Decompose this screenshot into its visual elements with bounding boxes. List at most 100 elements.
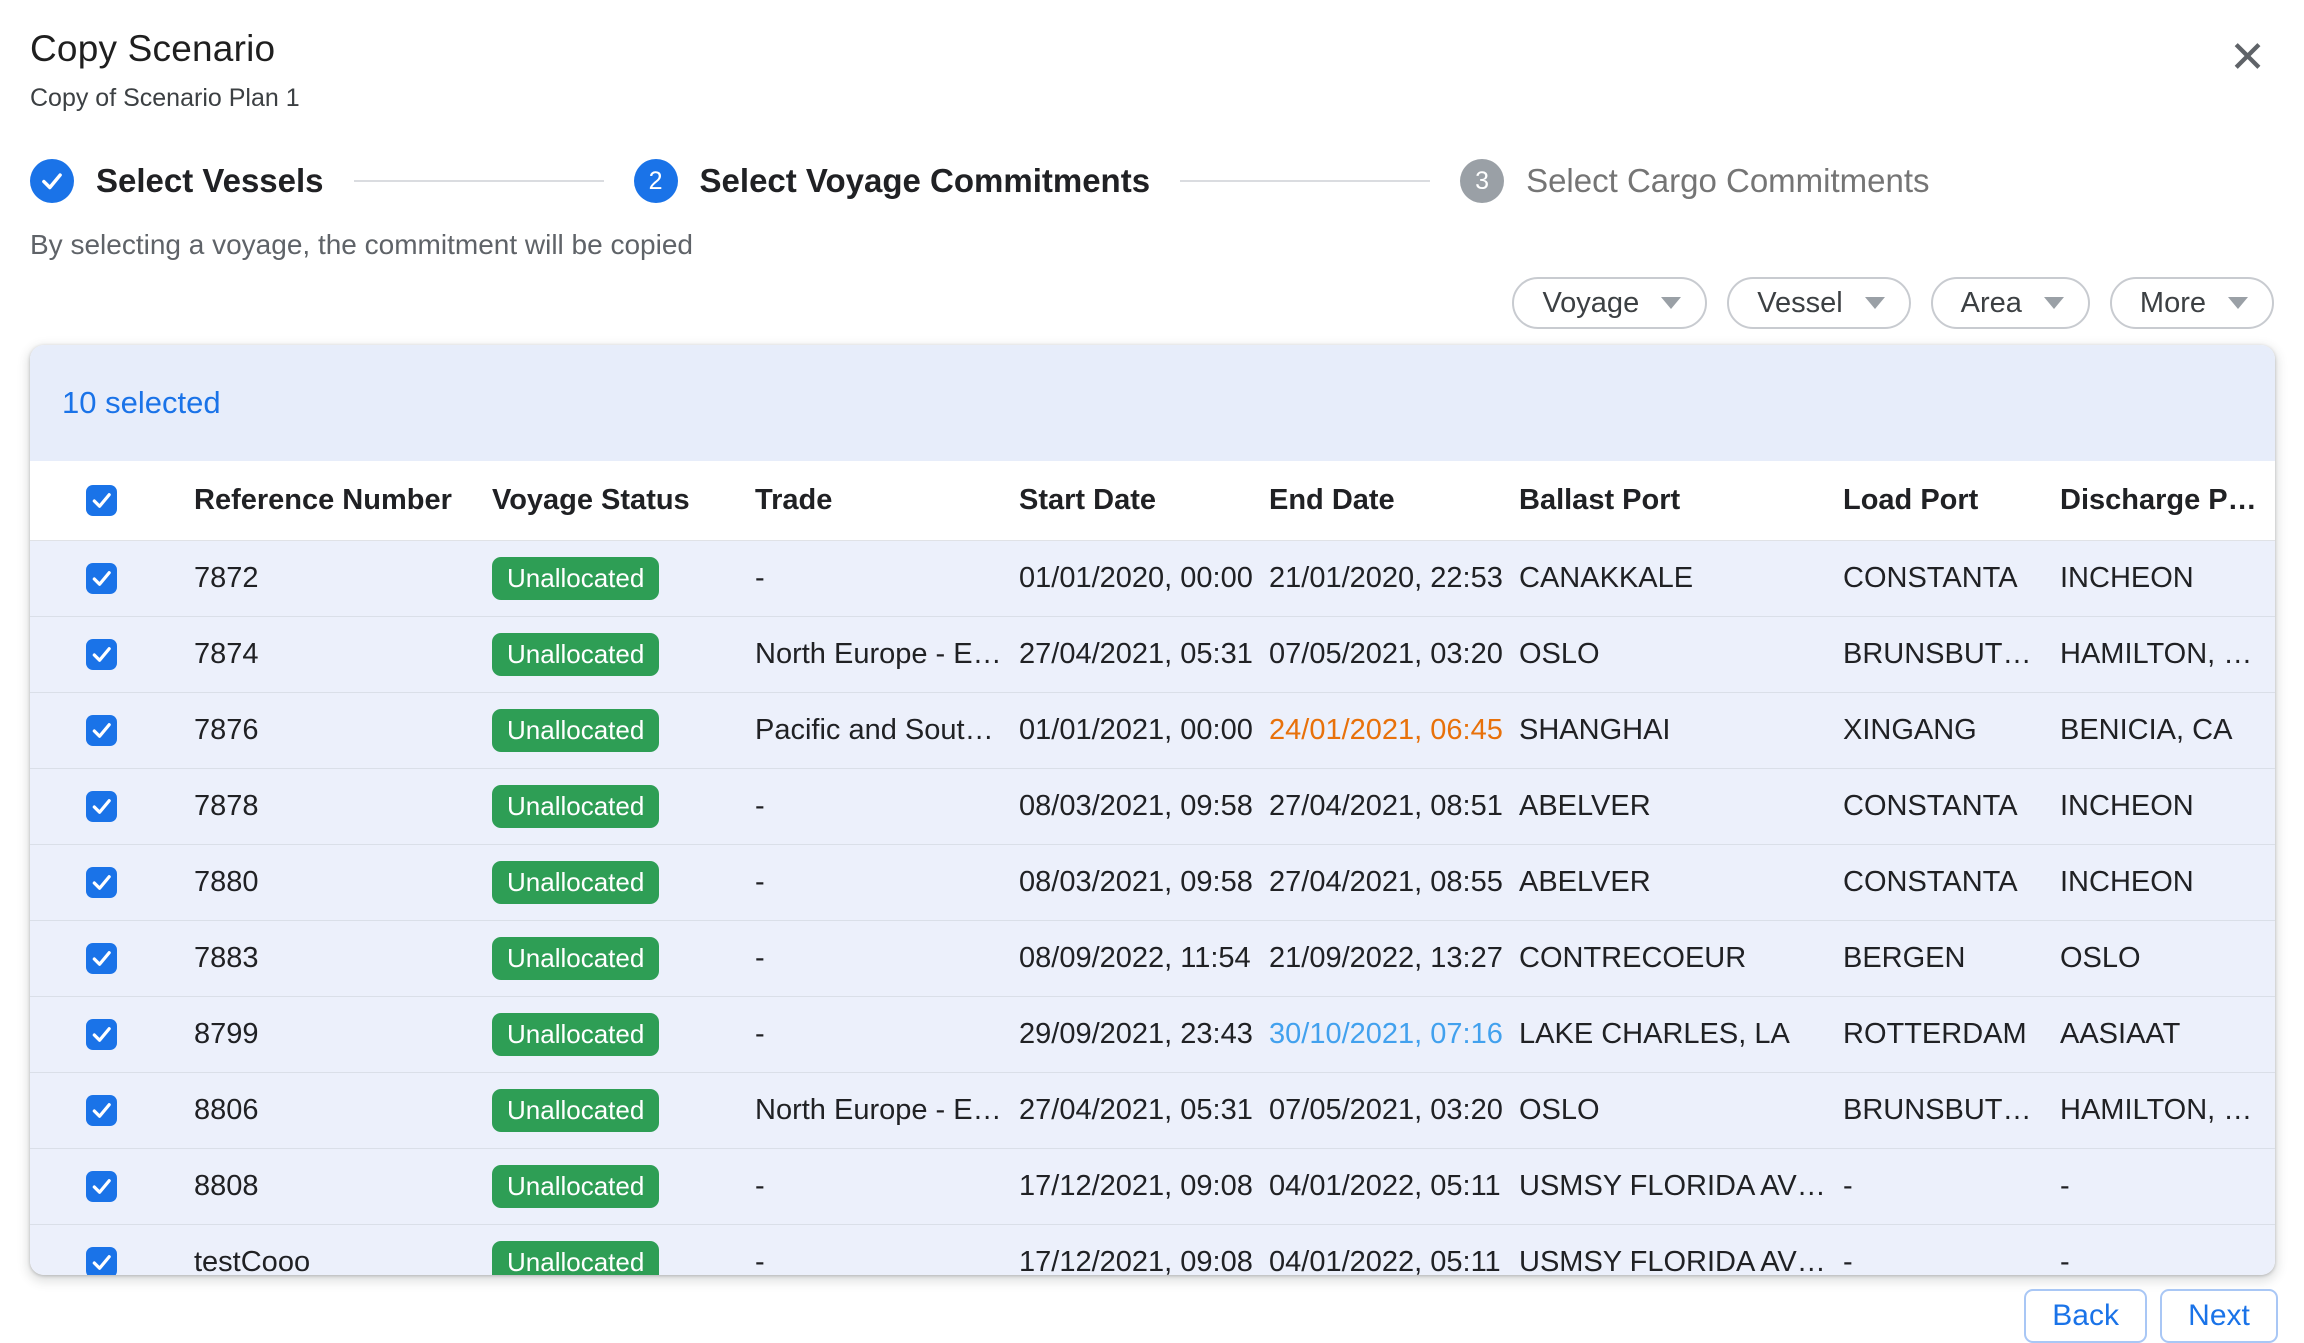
table-row[interactable]: 8808 Unallocated - 17/12/2021, 09:08 04/… <box>30 1149 2275 1225</box>
vessel-filter-button[interactable]: Vessel <box>1727 277 1910 329</box>
trade-cell: North Europe - Eas… <box>755 1094 1019 1127</box>
select-all-checkbox[interactable] <box>86 485 117 516</box>
discharge-port-cell: INCHEON <box>2060 562 2275 595</box>
filter-bar: Voyage Vessel Area More <box>0 277 2274 329</box>
discharge-port-cell: HAMILTON, ON <box>2060 638 2275 671</box>
end-date-cell: 04/01/2022, 05:11 <box>1269 1170 1519 1203</box>
trade-cell: - <box>755 1170 1019 1203</box>
step-select-vessels[interactable]: Select Vessels <box>30 159 324 203</box>
table-row[interactable]: testCooo Unallocated - 17/12/2021, 09:08… <box>30 1225 2275 1275</box>
close-icon[interactable]: ✕ <box>2225 32 2270 84</box>
column-header-reference-number[interactable]: Reference Number <box>194 484 492 517</box>
load-port-cell: - <box>1843 1170 2060 1203</box>
discharge-port-cell: BENICIA, CA <box>2060 714 2275 747</box>
trade-cell: - <box>755 1018 1019 1051</box>
more-filter-button[interactable]: More <box>2110 277 2274 329</box>
table-row[interactable]: 7880 Unallocated - 08/03/2021, 09:58 27/… <box>30 845 2275 921</box>
ballast-port-cell: ABELVER <box>1519 866 1843 899</box>
table-row[interactable]: 7872 Unallocated - 01/01/2020, 00:00 21/… <box>30 541 2275 617</box>
step-label: Select Cargo Commitments <box>1526 162 1929 200</box>
trade-cell: - <box>755 790 1019 823</box>
ballast-port-cell: ABELVER <box>1519 790 1843 823</box>
dialog-footer: Back Next <box>0 1289 2278 1343</box>
stepper-connector <box>1180 180 1430 182</box>
reference-number-cell: 7878 <box>194 790 492 823</box>
load-port-cell: CONSTANTA <box>1843 562 2060 595</box>
area-filter-button[interactable]: Area <box>1931 277 2090 329</box>
voyage-status-badge: Unallocated <box>492 1165 659 1208</box>
load-port-cell: BERGEN <box>1843 942 2060 975</box>
start-date-cell: 01/01/2021, 00:00 <box>1019 714 1269 747</box>
row-checkbox[interactable] <box>86 867 117 898</box>
table-row[interactable]: 8799 Unallocated - 29/09/2021, 23:43 30/… <box>30 997 2275 1073</box>
row-checkbox[interactable] <box>86 1247 117 1275</box>
step-select-voyage-commitments[interactable]: 2 Select Voyage Commitments <box>634 159 1151 203</box>
row-checkbox[interactable] <box>86 715 117 746</box>
filter-label: More <box>2140 287 2206 320</box>
column-header-trade[interactable]: Trade <box>755 484 1019 517</box>
row-checkbox[interactable] <box>86 1019 117 1050</box>
selected-count: 10 selected <box>62 385 221 421</box>
ballast-port-cell: CONTRECOEUR <box>1519 942 1843 975</box>
caret-down-icon <box>2228 297 2248 309</box>
reference-number-cell: 8799 <box>194 1018 492 1051</box>
load-port-cell: CONSTANTA <box>1843 790 2060 823</box>
reference-number-cell: testCooo <box>194 1246 492 1275</box>
end-date-cell: 21/01/2020, 22:53 <box>1269 562 1519 595</box>
column-header-discharge-port[interactable]: Discharge Port <box>2060 484 2275 517</box>
trade-cell: - <box>755 866 1019 899</box>
row-checkbox[interactable] <box>86 943 117 974</box>
voyage-status-badge: Unallocated <box>492 633 659 676</box>
reference-number-cell: 8808 <box>194 1170 492 1203</box>
trade-cell: Pacific and South … <box>755 714 1019 747</box>
end-date-cell: 07/05/2021, 03:20 <box>1269 638 1519 671</box>
copy-scenario-dialog: Copy Scenario Copy of Scenario Plan 1 ✕ … <box>0 0 2304 1333</box>
table-row[interactable]: 7878 Unallocated - 08/03/2021, 09:58 27/… <box>30 769 2275 845</box>
end-date-cell: 07/05/2021, 03:20 <box>1269 1094 1519 1127</box>
discharge-port-cell: AASIAAT <box>2060 1018 2275 1051</box>
load-port-cell: BRUNSBUTTEL <box>1843 638 2060 671</box>
step-number-badge: 2 <box>634 159 678 203</box>
column-header-end-date[interactable]: End Date <box>1269 484 1519 517</box>
load-port-cell: BRUNSBUTTEL <box>1843 1094 2060 1127</box>
row-checkbox[interactable] <box>86 639 117 670</box>
ballast-port-cell: OSLO <box>1519 638 1843 671</box>
row-checkbox[interactable] <box>86 1171 117 1202</box>
trade-cell: - <box>755 1246 1019 1275</box>
discharge-port-cell: INCHEON <box>2060 790 2275 823</box>
column-header-start-date[interactable]: Start Date <box>1019 484 1269 517</box>
voyage-status-badge: Unallocated <box>492 785 659 828</box>
start-date-cell: 27/04/2021, 05:31 <box>1019 1094 1269 1127</box>
column-header-voyage-status[interactable]: Voyage Status <box>492 484 755 517</box>
table-row[interactable]: 7876 Unallocated Pacific and South … 01/… <box>30 693 2275 769</box>
voyage-filter-button[interactable]: Voyage <box>1512 277 1707 329</box>
step-select-cargo-commitments[interactable]: 3 Select Cargo Commitments <box>1460 159 1929 203</box>
column-header-ballast-port[interactable]: Ballast Port <box>1519 484 1843 517</box>
row-checkbox[interactable] <box>86 1095 117 1126</box>
row-checkbox[interactable] <box>86 791 117 822</box>
filter-label: Area <box>1961 287 2022 320</box>
back-button[interactable]: Back <box>2024 1289 2147 1343</box>
voyage-status-badge: Unallocated <box>492 1013 659 1056</box>
row-checkbox[interactable] <box>86 563 117 594</box>
check-icon <box>30 159 74 203</box>
voyage-status-badge: Unallocated <box>492 937 659 980</box>
dialog-header: Copy Scenario Copy of Scenario Plan 1 ✕ <box>0 28 2304 113</box>
table-row[interactable]: 8806 Unallocated North Europe - Eas… 27/… <box>30 1073 2275 1149</box>
dialog-subtitle: Copy of Scenario Plan 1 <box>30 84 2274 113</box>
end-date-cell: 27/04/2021, 08:55 <box>1269 866 1519 899</box>
step-label: Select Voyage Commitments <box>700 162 1151 200</box>
next-button[interactable]: Next <box>2160 1289 2278 1343</box>
step-label: Select Vessels <box>96 162 324 200</box>
discharge-port-cell: - <box>2060 1246 2275 1275</box>
trade-cell: - <box>755 562 1019 595</box>
reference-number-cell: 7876 <box>194 714 492 747</box>
column-header-load-port[interactable]: Load Port <box>1843 484 2060 517</box>
voyage-status-badge: Unallocated <box>492 557 659 600</box>
load-port-cell: CONSTANTA <box>1843 866 2060 899</box>
start-date-cell: 17/12/2021, 09:08 <box>1019 1246 1269 1275</box>
table-row[interactable]: 7874 Unallocated North Europe - Eas… 27/… <box>30 617 2275 693</box>
trade-cell: North Europe - Eas… <box>755 638 1019 671</box>
reference-number-cell: 7874 <box>194 638 492 671</box>
table-row[interactable]: 7883 Unallocated - 08/09/2022, 11:54 21/… <box>30 921 2275 997</box>
